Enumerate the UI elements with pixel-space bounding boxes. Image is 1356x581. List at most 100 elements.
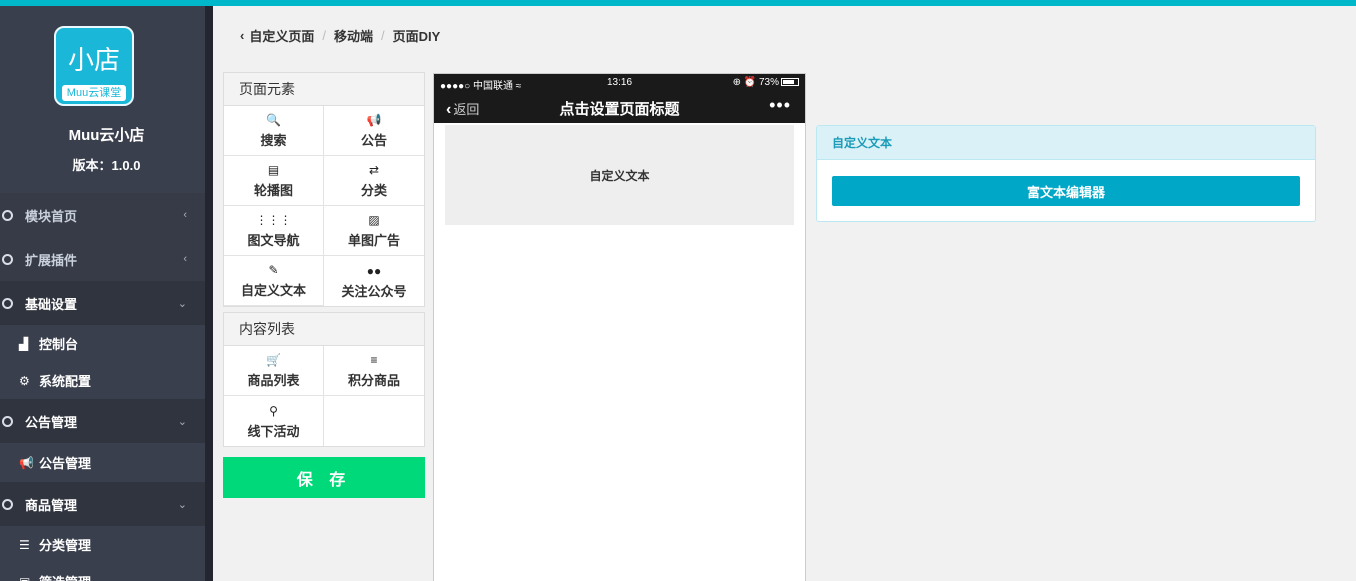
panel-title: 内容列表 xyxy=(224,313,424,346)
sidebar-item-label: 控制台 xyxy=(39,337,79,352)
sidebar-item-label: 公告管理 xyxy=(39,456,92,471)
map-marker-icon: ⚲ xyxy=(269,403,278,418)
element-single-ad[interactable]: ▨ 单图广告 xyxy=(324,206,424,256)
menu-group-label: 扩展插件 xyxy=(25,252,78,268)
site-name: Muu云小店 xyxy=(68,127,145,144)
rich-text-editor-button[interactable]: 富文本编辑器 xyxy=(832,176,1300,206)
filter-icon: ▣ xyxy=(19,575,35,581)
page-elements-panel: 页面元素 🔍 搜索 📢 公告 ▤ 轮播图 ⇄ 分类 ⋮⋮⋮ 图文导航 ▨ 单图广告 ✎ 自定义… xyxy=(223,72,425,307)
wechat-icon: ●● xyxy=(366,263,382,278)
logo-main-text: 小店 xyxy=(67,45,120,75)
phone-nav-bar: ‹ 返回 点击设置页面标题 ••• xyxy=(434,92,805,123)
empty-cell xyxy=(324,396,424,446)
element-label: 轮播图 xyxy=(253,183,293,198)
chevron-down-icon: ⌄ xyxy=(177,297,187,310)
sidebar-item-announcements[interactable]: 📢 公告管理 xyxy=(0,444,205,481)
custom-text-label: 自定义文本 xyxy=(589,168,650,183)
sidebar-item-categories[interactable]: ☰ 分类管理 xyxy=(0,526,205,563)
list-icon: ☰ xyxy=(19,537,30,552)
gears-icon: ⚙ xyxy=(19,373,30,388)
panel-title: 页面元素 xyxy=(224,73,424,106)
menu-group-products[interactable]: 商品管理 ⌄ xyxy=(0,482,205,526)
element-custom-text[interactable]: ✎ 自定义文本 xyxy=(224,256,324,306)
database-icon: ≡ xyxy=(370,353,378,367)
sidebar-scrollbar[interactable] xyxy=(205,6,213,581)
element-image-nav[interactable]: ⋮⋮⋮ 图文导航 xyxy=(224,206,324,256)
breadcrumb-item-mobile[interactable]: 移动端 xyxy=(334,26,373,45)
chevron-down-icon: ⌄ xyxy=(177,498,187,511)
element-label: 搜索 xyxy=(260,133,287,148)
element-label: 线下活动 xyxy=(247,423,300,439)
circle-icon xyxy=(2,209,13,221)
phone-status-bar: ●●●●○ 中国联通 ≈ 13:16 ⊕ ⏰ 73% xyxy=(434,74,805,92)
logo-sub-text: Muu云课堂 xyxy=(62,85,126,101)
app-logo[interactable]: 小店 Muu云课堂 xyxy=(54,26,134,106)
menu-group-label: 基础设置 xyxy=(25,296,78,312)
sidebar-item-label: 分类管理 xyxy=(39,538,92,553)
picture-icon: ▨ xyxy=(368,213,380,227)
element-notice[interactable]: 📢 公告 xyxy=(324,106,424,156)
chevron-left-icon[interactable]: ‹ xyxy=(240,28,244,43)
element-product-list[interactable]: 🛒 商品列表 xyxy=(224,346,324,396)
area-chart-icon: ▟ xyxy=(19,336,29,351)
chevron-left-icon: ‹ xyxy=(183,209,187,221)
element-label: 自定义文本 xyxy=(240,283,306,298)
chevron-down-icon: ⌄ xyxy=(177,415,187,428)
breadcrumb-separator: / xyxy=(381,27,385,43)
cart-icon: 🛒 xyxy=(266,353,281,367)
element-category[interactable]: ⇄ 分类 xyxy=(324,156,424,206)
save-button[interactable]: 保 存 xyxy=(223,457,425,498)
exchange-icon: ⇄ xyxy=(368,163,380,177)
circle-icon xyxy=(2,297,13,309)
custom-text-block[interactable]: 自定义文本 xyxy=(445,125,794,225)
menu-group-label: 公告管理 xyxy=(25,414,78,430)
menu-group-module-home[interactable]: 模块首页 ‹ xyxy=(0,193,205,237)
element-label: 商品列表 xyxy=(247,373,300,388)
editor-panel-title: 自定义文本 xyxy=(817,126,1315,160)
menu-group-basic-settings[interactable]: 基础设置 ⌄ xyxy=(0,281,205,325)
element-follow-account[interactable]: ●● 关注公众号 xyxy=(324,256,424,306)
bullhorn-icon: 📢 xyxy=(366,113,382,127)
circle-icon xyxy=(2,498,13,510)
battery-percent: ⊕ ⏰ 73% xyxy=(732,77,779,88)
th-icon: ⋮⋮⋮ xyxy=(255,213,292,227)
sidebar-item-dashboard[interactable]: ▟ 控制台 xyxy=(0,325,205,362)
circle-icon xyxy=(2,253,13,265)
sidebar-item-system-config[interactable]: ⚙ 系统配置 xyxy=(0,362,205,399)
breadcrumb-item-page-diy: 页面DIY xyxy=(392,28,441,44)
menu-group-label: 商品管理 xyxy=(25,497,78,513)
version-label: 版本：1.0.0 xyxy=(72,158,141,173)
element-search[interactable]: 🔍 搜索 xyxy=(224,106,324,156)
element-label: 关注公众号 xyxy=(341,283,407,299)
element-carousel[interactable]: ▤ 轮播图 xyxy=(224,156,324,206)
bullhorn-icon: 📢 xyxy=(19,455,34,470)
breadcrumb-separator: / xyxy=(322,27,326,43)
sidebar: 小店 Muu云课堂 Muu云小店 版本：1.0.0 模块首页 ‹ 扩展插件 ‹ … xyxy=(0,6,213,581)
battery-icon xyxy=(781,78,799,87)
element-offline-events[interactable]: ⚲ 线下活动 xyxy=(224,396,324,446)
chevron-left-icon: ‹ xyxy=(183,253,187,265)
element-points-products[interactable]: ≡ 积分商品 xyxy=(324,346,424,396)
sidebar-item-label: 筛选管理 xyxy=(39,572,91,581)
circle-icon xyxy=(2,415,13,427)
status-right: ⊕ ⏰ 73% xyxy=(733,77,799,88)
element-label: 分类 xyxy=(360,183,387,198)
page-title-setter[interactable]: 点击设置页面标题 xyxy=(434,98,805,119)
search-icon: 🔍 xyxy=(266,113,281,127)
phone-preview: ●●●●○ 中国联通 ≈ 13:16 ⊕ ⏰ 73% ‹ 返回 点击设置页面标题 … xyxy=(433,73,806,581)
sidebar-item-label: 系统配置 xyxy=(39,374,92,389)
sidebar-item-filters[interactable]: ▣ 筛选管理 xyxy=(0,563,205,581)
breadcrumb-item-custom-page[interactable]: 自定义页面 xyxy=(249,26,314,45)
element-label: 单图广告 xyxy=(347,233,400,248)
content-list-panel: 内容列表 🛒 商品列表 ≡ 积分商品 ⚲ 线下活动 xyxy=(223,312,425,447)
menu-group-extensions[interactable]: 扩展插件 ‹ xyxy=(0,237,205,281)
file-image-icon: ▤ xyxy=(267,163,280,177)
menu-group-announcements[interactable]: 公告管理 ⌄ xyxy=(0,399,205,443)
element-label: 积分商品 xyxy=(347,373,400,388)
menu-group-label: 模块首页 xyxy=(25,208,78,224)
more-icon[interactable]: ••• xyxy=(769,95,791,116)
edit-icon: ✎ xyxy=(268,263,279,277)
element-label: 图文导航 xyxy=(247,233,300,248)
custom-text-editor-panel: 自定义文本 富文本编辑器 xyxy=(816,125,1316,222)
breadcrumb: ‹ 自定义页面 / 移动端 / 页面DIY xyxy=(240,26,440,44)
